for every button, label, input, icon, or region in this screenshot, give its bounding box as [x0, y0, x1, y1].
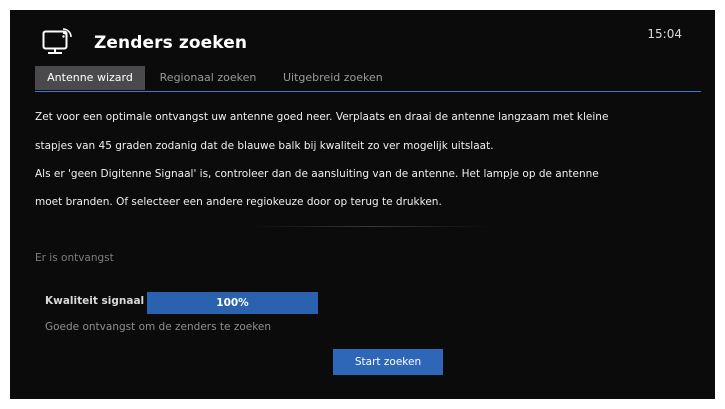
- signal-quality-value: 100%: [216, 297, 249, 309]
- signal-quality-label: Kwaliteit signaal: [45, 295, 145, 307]
- tab-uitgebreid-zoeken[interactable]: Uitgebreid zoeken: [271, 66, 395, 90]
- reception-status: Er is ontvangst: [35, 252, 114, 264]
- tv-signal-icon: [42, 28, 72, 54]
- instruction-line: Als er 'geen Digitenne Signaal' is, cont…: [35, 168, 599, 180]
- page-title: Zenders zoeken: [94, 33, 248, 53]
- instruction-line: stapjes van 45 graden zodanig dat de bla…: [35, 140, 494, 152]
- signal-status-message: Goede ontvangst om de zenders te zoeken: [45, 321, 272, 333]
- instruction-line: moet branden. Of selecteer een andere re…: [35, 196, 442, 208]
- tab-antenne-wizard[interactable]: Antenne wizard: [35, 66, 145, 90]
- tv-screen: Zenders zoeken 15:04 Antenne wizard Regi…: [10, 10, 715, 399]
- tab-bar: Antenne wizard Regionaal zoeken Uitgebre…: [35, 66, 395, 90]
- signal-quality-bar: 100%: [147, 292, 318, 314]
- clock: 15:04: [647, 27, 682, 41]
- tab-underline: [35, 91, 701, 92]
- start-search-button[interactable]: Start zoeken: [333, 349, 443, 375]
- divider: [250, 226, 490, 227]
- instruction-line: Zet voor een optimale ontvangst uw anten…: [35, 111, 609, 123]
- tab-regionaal-zoeken[interactable]: Regionaal zoeken: [145, 66, 271, 90]
